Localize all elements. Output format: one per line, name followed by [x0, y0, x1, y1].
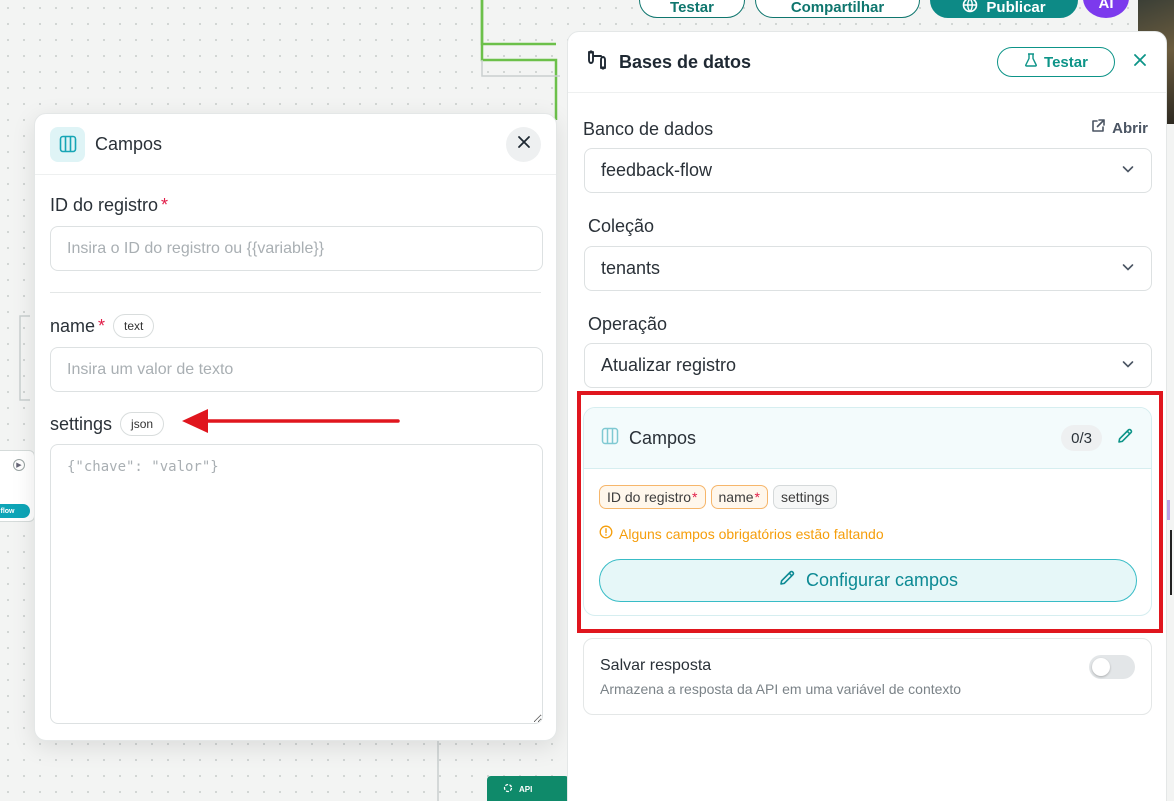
field-tag-name: name *: [710, 485, 768, 509]
close-panel-button[interactable]: [506, 126, 541, 162]
database-panel-header: Bases de datos Testar: [568, 32, 1166, 93]
pencil-icon: [778, 569, 796, 592]
campos-panel-header: Campos: [35, 114, 556, 175]
api-icon: [503, 783, 513, 795]
publish-button-label: Publicar: [986, 0, 1046, 16]
required-mark: *: [754, 489, 760, 505]
type-badge-json: json: [120, 412, 165, 436]
test-connection-label: Testar: [1044, 53, 1088, 71]
canvas-node-pill: flow: [0, 504, 30, 518]
test-button-top-label: Testar: [670, 0, 714, 16]
record-id-input[interactable]: [50, 226, 543, 271]
missing-fields-warning: Alguns campos obrigatórios estão faltand…: [599, 525, 884, 542]
canvas-node[interactable]: ▶ flow: [0, 450, 35, 522]
open-database-label: Abrir: [1112, 119, 1148, 137]
required-mark: *: [98, 315, 106, 336]
field-tag-record-id: ID do registro *: [599, 485, 706, 509]
save-response-description: Armazena a resposta da API em uma variáv…: [600, 681, 962, 697]
database-connector-icon: [585, 48, 609, 77]
user-avatar-initials: AI: [1098, 0, 1114, 12]
share-button-label: Compartilhar: [790, 0, 885, 16]
save-response-toggle[interactable]: [1089, 655, 1135, 679]
columns-icon: [50, 126, 85, 162]
field-tag-label: name: [718, 489, 754, 505]
type-badge-text: text: [113, 314, 155, 338]
flask-icon: [1024, 53, 1038, 71]
collection-select-value: tenants: [601, 258, 661, 278]
test-connection-button[interactable]: Testar: [997, 47, 1115, 77]
annotation-arrow-icon: [182, 409, 400, 433]
field-divider: [50, 292, 541, 293]
database-label: Banco de dados: [583, 119, 714, 139]
save-response-card: Salvar resposta Armazena a resposta da A…: [583, 638, 1152, 715]
open-database-link[interactable]: Abrir: [1090, 118, 1148, 138]
chevron-down-icon: [1121, 355, 1135, 376]
fields-card-title: Campos: [629, 427, 697, 448]
field-tag-label: settings: [780, 489, 830, 505]
field-label-name: name * text: [50, 314, 541, 338]
canvas-node-pill-label: flow: [0, 507, 15, 515]
field-name-name: name: [50, 315, 96, 336]
close-database-panel-button[interactable]: [1131, 53, 1149, 71]
field-settings-name: settings: [50, 413, 113, 434]
operation-label: Operação: [588, 314, 668, 334]
external-link-icon: [1090, 118, 1106, 138]
field-record-id-name: ID do registro: [50, 195, 159, 215]
columns-icon: [601, 427, 619, 450]
pencil-icon[interactable]: [1116, 427, 1134, 450]
field-label-record-id: ID do registro *: [50, 195, 541, 216]
api-node-chip[interactable]: API: [487, 776, 569, 801]
field-tag-settings: settings: [772, 485, 838, 509]
test-button-top[interactable]: Testar: [639, 0, 745, 18]
publish-button[interactable]: Publicar: [930, 0, 1078, 18]
fields-card: Campos 0/3 ID do registro * name * setting…: [583, 407, 1152, 616]
database-select[interactable]: feedback-flow: [584, 148, 1152, 193]
configure-fields-button[interactable]: Configurar campos: [599, 559, 1137, 602]
close-icon: [517, 135, 531, 154]
save-response-title: Salvar resposta: [600, 657, 712, 674]
name-input[interactable]: [50, 347, 543, 392]
required-mark: *: [161, 195, 169, 215]
required-mark: *: [692, 489, 698, 505]
api-node-label: API: [519, 784, 533, 794]
database-panel-title: Bases de datos: [619, 51, 752, 72]
user-avatar[interactable]: AI: [1083, 0, 1129, 18]
close-icon: [1133, 53, 1147, 72]
configure-fields-label: Configurar campos: [805, 570, 959, 590]
fields-count-badge: 0/3: [1061, 425, 1102, 451]
field-tag-label: ID do registro: [607, 489, 692, 505]
share-button[interactable]: Compartilhar: [755, 0, 920, 18]
collection-select[interactable]: tenants: [584, 246, 1152, 291]
operation-select[interactable]: Atualizar registro: [584, 343, 1152, 388]
globe-icon: [962, 0, 978, 17]
missing-fields-warning-text: Alguns campos obrigatórios estão faltand…: [619, 525, 884, 542]
settings-json-textarea[interactable]: [50, 444, 543, 724]
play-icon: ▶: [13, 459, 25, 471]
field-tags: ID do registro * name * settings: [599, 485, 838, 509]
operation-select-value: Atualizar registro: [601, 355, 737, 375]
warning-circle-icon: [599, 525, 613, 542]
campos-panel-title: Campos: [95, 133, 163, 154]
collection-label: Coleção: [588, 216, 655, 236]
fields-card-header: Campos 0/3: [584, 408, 1151, 469]
database-select-value: feedback-flow: [601, 160, 713, 180]
chevron-down-icon: [1121, 160, 1135, 181]
chevron-down-icon: [1121, 258, 1135, 279]
toggle-knob: [1092, 658, 1110, 676]
